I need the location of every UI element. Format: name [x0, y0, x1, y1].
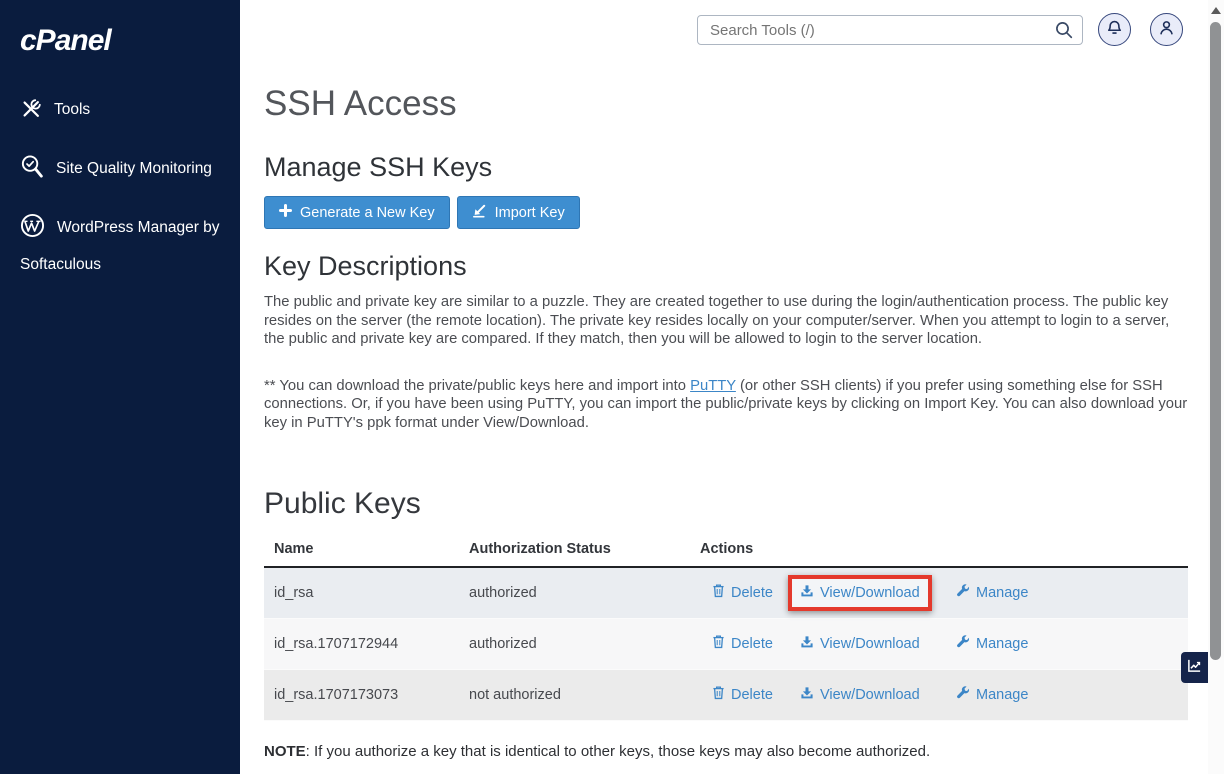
actions-cell: Delete View/Download	[690, 634, 1188, 653]
delete-link[interactable]: Delete	[712, 685, 776, 704]
main-content: SSH Access Manage SSH Keys Generate a Ne…	[264, 62, 1188, 760]
key-buttons-row: Generate a New Key Import Key	[264, 196, 1188, 229]
key-status: not authorized	[459, 687, 690, 703]
chart-line-icon	[1187, 658, 1202, 678]
tools-icon	[20, 98, 42, 131]
download-icon	[800, 686, 814, 704]
note-text: : If you authorize a key that is identic…	[306, 743, 931, 760]
manage-link[interactable]: Manage	[956, 635, 1028, 653]
vertical-scrollbar[interactable]	[1208, 0, 1224, 774]
sidebar-item-label: Site Quality Monitoring	[56, 160, 212, 177]
user-button[interactable]	[1150, 13, 1183, 46]
delete-link[interactable]: Delete	[712, 583, 776, 602]
annotation-highlight: View/Download	[788, 575, 932, 611]
key-descriptions-heading: Key Descriptions	[264, 251, 1188, 282]
download-icon	[800, 635, 814, 653]
page-title: SSH Access	[264, 84, 1188, 124]
sidebar-item-wordpress-manager[interactable]: WordPress Manager by Softaculous	[0, 212, 240, 280]
action-label: Delete	[731, 636, 773, 652]
action-label: Manage	[976, 585, 1028, 601]
action-label: Manage	[976, 687, 1028, 703]
button-label: Import Key	[495, 205, 565, 221]
header-authorization-status: Authorization Status	[459, 541, 690, 557]
view-download-slot: View/Download	[788, 575, 940, 611]
actions-cell: Delete View/Download	[690, 575, 1188, 611]
wordpress-icon	[20, 213, 45, 249]
download-icon	[800, 584, 814, 602]
sidebar-item-tools[interactable]: Tools	[0, 94, 240, 131]
paragraph-text: ** You can download the private/public k…	[264, 378, 690, 394]
key-status: authorized	[459, 636, 690, 652]
wrench-icon	[956, 635, 970, 653]
action-label: View/Download	[820, 687, 920, 703]
plus-icon	[279, 204, 292, 221]
notifications-button[interactable]	[1098, 13, 1131, 46]
action-label: Delete	[731, 585, 773, 601]
wrench-icon	[956, 686, 970, 704]
trash-icon	[712, 685, 725, 704]
wrench-icon	[956, 584, 970, 602]
import-icon	[472, 203, 487, 222]
header-actions: Actions	[690, 541, 1188, 557]
view-download-slot: View/Download	[788, 635, 940, 653]
cpanel-logo[interactable]: cPanel	[20, 24, 240, 58]
user-icon	[1158, 19, 1175, 41]
topbar	[240, 0, 1208, 62]
action-label: Delete	[731, 687, 773, 703]
action-label: View/Download	[820, 585, 920, 601]
generate-new-key-button[interactable]: Generate a New Key	[264, 196, 450, 229]
view-download-link[interactable]: View/Download	[800, 686, 920, 704]
scrollbar-thumb[interactable]	[1210, 22, 1221, 660]
actions-cell: Delete View/Download	[690, 685, 1188, 704]
bell-icon	[1106, 19, 1123, 41]
key-descriptions-paragraph: The public and private key are similar t…	[264, 293, 1188, 349]
scroll-up-arrow[interactable]	[1211, 7, 1221, 14]
table-row: id_rsa authorized Delete	[264, 568, 1188, 619]
view-download-slot: View/Download	[788, 686, 940, 704]
key-name: id_rsa.1707172944	[264, 636, 459, 652]
sidebar-item-label: Tools	[54, 101, 90, 118]
sidebar-nav: Tools Site Quality Monitoring WordPress …	[0, 94, 240, 280]
view-download-link[interactable]: View/Download	[800, 635, 920, 653]
key-name: id_rsa.1707173073	[264, 687, 459, 703]
public-keys-table: Name Authorization Status Actions id_rsa…	[264, 541, 1188, 721]
table-row: id_rsa.1707173073 not authorized Delete	[264, 670, 1188, 721]
analytics-fab-button[interactable]	[1181, 652, 1208, 683]
note-label: NOTE	[264, 743, 306, 760]
view-download-link[interactable]: View/Download	[800, 584, 920, 602]
manage-ssh-keys-heading: Manage SSH Keys	[264, 152, 1188, 183]
sidebar: cPanel Tools Site Quality Monitoring	[0, 0, 240, 774]
search-input[interactable]	[697, 15, 1083, 45]
note-line: NOTE: If you authorize a key that is ide…	[264, 743, 1188, 760]
action-label: Manage	[976, 636, 1028, 652]
key-name: id_rsa	[264, 585, 459, 601]
header-name: Name	[264, 541, 459, 557]
putty-link[interactable]: PuTTY	[690, 378, 736, 394]
delete-link[interactable]: Delete	[712, 634, 776, 653]
sidebar-item-site-quality-monitoring[interactable]: Site Quality Monitoring	[0, 153, 240, 190]
action-label: View/Download	[820, 636, 920, 652]
search-icon[interactable]	[1055, 21, 1073, 44]
trash-icon	[712, 634, 725, 653]
trash-icon	[712, 583, 725, 602]
putty-paragraph: ** You can download the private/public k…	[264, 377, 1188, 433]
import-key-button[interactable]: Import Key	[457, 196, 580, 229]
magnifier-check-icon	[20, 154, 44, 190]
table-row: id_rsa.1707172944 authorized Delete	[264, 619, 1188, 670]
table-header-row: Name Authorization Status Actions	[264, 541, 1188, 568]
sidebar-item-label: WordPress Manager by Softaculous	[20, 219, 220, 273]
manage-link[interactable]: Manage	[956, 686, 1028, 704]
public-keys-heading: Public Keys	[264, 487, 1188, 521]
manage-link[interactable]: Manage	[956, 584, 1028, 602]
key-status: authorized	[459, 585, 690, 601]
button-label: Generate a New Key	[300, 205, 435, 221]
